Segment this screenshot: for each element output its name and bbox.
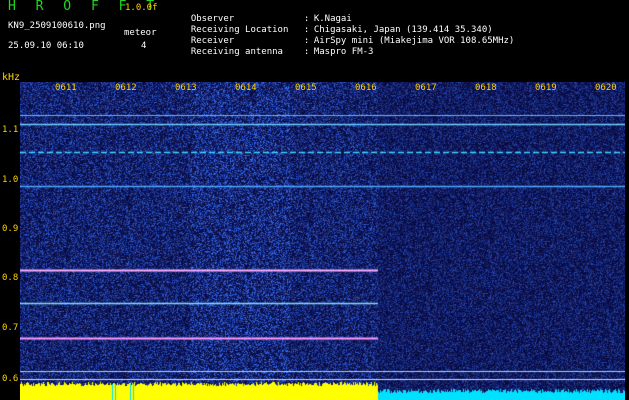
spectrogram-canvas	[20, 82, 625, 400]
y-tick-label: 1.1	[2, 125, 19, 135]
x-tick-label: 0612	[115, 83, 137, 93]
x-tick-label: 0614	[235, 83, 257, 93]
x-tick-label: 0619	[535, 83, 557, 93]
meta-antenna: Receiving antenna: Maspro FM-3	[180, 36, 374, 58]
meta-value: Maspro FM-3	[313, 47, 374, 57]
y-axis-unit: kHz	[2, 72, 21, 83]
x-tick-label: 0616	[355, 83, 377, 93]
x-tick-label: 0617	[415, 83, 437, 93]
x-tick-label: 0611	[55, 83, 77, 93]
capture-datetime: 25.09.10 06:10	[8, 41, 84, 51]
y-tick-label: 0.6	[2, 374, 19, 384]
meta-separator: :	[303, 47, 310, 57]
spectrogram-plot	[20, 82, 625, 400]
y-tick-label: 0.9	[2, 224, 19, 234]
meta-key: Receiving antenna	[190, 47, 283, 57]
y-tick-label: 1.0	[2, 175, 19, 185]
x-tick-label: 0613	[175, 83, 197, 93]
x-tick-label: 0615	[295, 83, 317, 93]
x-tick-label: 0618	[475, 83, 497, 93]
x-tick-label: 0620	[595, 83, 617, 93]
y-tick-label: 0.8	[2, 273, 19, 283]
version-label: 1.0.0f	[125, 3, 158, 13]
file-name: KN9_2509100610.png	[8, 21, 106, 31]
meteor-count: 4	[141, 41, 147, 51]
meteor-label: meteor	[124, 28, 157, 38]
y-tick-label: 0.7	[2, 323, 19, 333]
